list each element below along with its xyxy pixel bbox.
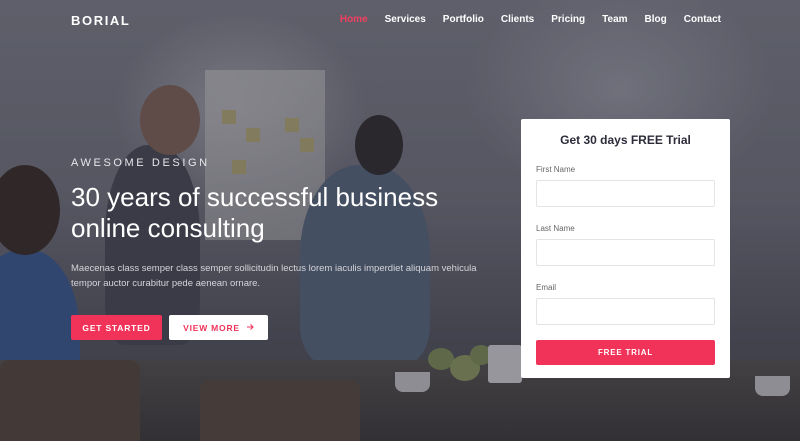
- hero-headline: 30 years of successful business online c…: [71, 182, 439, 243]
- free-trial-label: FREE TRIAL: [597, 348, 654, 357]
- form-title: Get 30 days FREE Trial: [560, 133, 691, 147]
- nav-item-home[interactable]: Home: [340, 14, 368, 25]
- nav-item-blog[interactable]: Blog: [645, 14, 667, 25]
- view-more-label: VIEW MORE: [183, 322, 240, 333]
- free-trial-form: Get 30 days FREE Trial First Name Last N…: [521, 119, 730, 378]
- nav-item-pricing[interactable]: Pricing: [551, 14, 585, 25]
- nav-item-services[interactable]: Services: [385, 14, 426, 25]
- get-started-label: GET STARTED: [82, 322, 151, 333]
- nav-item-contact[interactable]: Contact: [684, 14, 721, 25]
- email-field[interactable]: [536, 298, 715, 325]
- view-more-button[interactable]: VIEW MORE: [169, 315, 268, 340]
- email-label: Email: [536, 283, 557, 292]
- first-name-field[interactable]: [536, 180, 715, 207]
- last-name-field[interactable]: [536, 239, 715, 266]
- hero-description: Maecenas class semper class semper solli…: [71, 263, 477, 289]
- get-started-button[interactable]: GET STARTED: [71, 315, 162, 340]
- first-name-label: First Name: [536, 165, 576, 174]
- arrow-right-icon: [246, 323, 254, 333]
- hero-eyebrow: AWESOME DESIGN: [71, 157, 210, 169]
- nav-item-portfolio[interactable]: Portfolio: [443, 14, 484, 25]
- free-trial-button[interactable]: FREE TRIAL: [536, 340, 715, 365]
- nav-item-team[interactable]: Team: [602, 14, 627, 25]
- nav-item-clients[interactable]: Clients: [501, 14, 534, 25]
- last-name-label: Last Name: [536, 224, 575, 233]
- main-nav: Home Services Portfolio Clients Pricing …: [340, 14, 721, 25]
- site-logo[interactable]: BORIAL: [71, 13, 130, 28]
